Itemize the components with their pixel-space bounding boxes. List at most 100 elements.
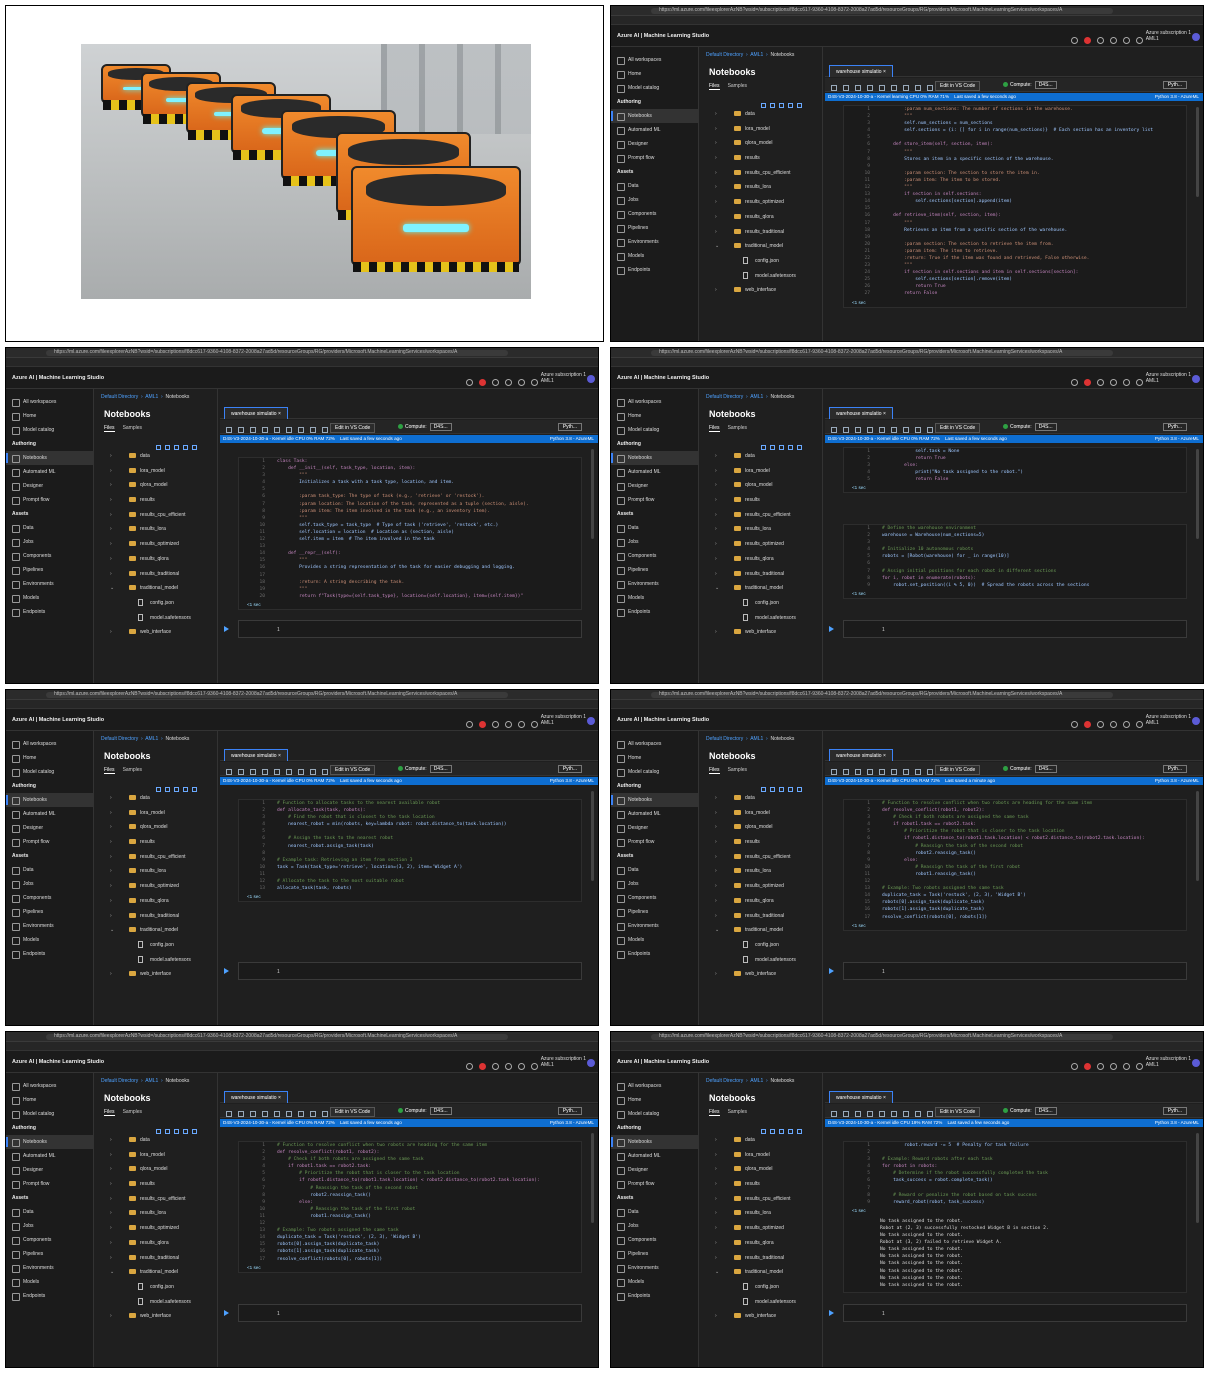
code-cell[interactable]: 1 # Function to resolve conflict when two…	[843, 799, 1187, 931]
run-cell-button[interactable]	[224, 1310, 229, 1316]
toolbar-icon[interactable]	[891, 1111, 897, 1117]
feedback-icon[interactable]	[1110, 1063, 1117, 1070]
settings-icon[interactable]	[1097, 721, 1104, 728]
nav-item[interactable]: Automated ML	[6, 807, 93, 821]
tree-item[interactable]: › results_traditional	[102, 909, 211, 924]
nav-item[interactable]: Prompt flow	[611, 835, 698, 849]
nav-item[interactable]: Designer	[611, 821, 698, 835]
chevron-icon[interactable]: ⌄	[110, 581, 114, 596]
run-cell-button[interactable]	[224, 968, 229, 974]
chevron-icon[interactable]: ›	[715, 225, 717, 240]
nav-item[interactable]: Designer	[6, 1163, 93, 1177]
toolbar-icon[interactable]	[322, 427, 328, 433]
settings-icon[interactable]	[492, 1063, 499, 1070]
empty-code-cell[interactable]: 1	[843, 620, 1187, 638]
chevron-icon[interactable]: ›	[715, 136, 717, 151]
avatar[interactable]	[1192, 717, 1200, 725]
nav-item[interactable]: Designer	[6, 821, 93, 835]
toolbar-icon[interactable]	[927, 427, 933, 433]
chevron-icon[interactable]: ›	[715, 850, 717, 865]
nav-item[interactable]: Components	[611, 891, 698, 905]
chevron-icon[interactable]: ⌄	[110, 1265, 114, 1280]
scrollbar[interactable]	[1196, 791, 1199, 881]
scrollbar[interactable]	[1196, 449, 1199, 539]
toolbar-icon[interactable]	[298, 1111, 304, 1117]
nav-item[interactable]: Jobs	[611, 535, 698, 549]
tree-item[interactable]: › data	[707, 791, 816, 806]
help-icon[interactable]	[1123, 1063, 1130, 1070]
tree-item[interactable]: › results_qlora	[102, 552, 211, 567]
tree-item[interactable]: › results_qlora	[102, 894, 211, 909]
tree-item[interactable]: model.safetensors	[707, 269, 816, 284]
tree-item[interactable]: config.json	[707, 1280, 816, 1295]
avatar[interactable]	[587, 1059, 595, 1067]
tree-item[interactable]: › results_lora	[707, 180, 816, 195]
tree-item[interactable]: › results_qlora	[707, 894, 816, 909]
toolbar-icon[interactable]	[891, 427, 897, 433]
notification-icon[interactable]	[1084, 37, 1091, 44]
nav-item[interactable]: Environments	[6, 1261, 93, 1275]
settings-icon[interactable]	[492, 721, 499, 728]
toolbar-icon[interactable]	[274, 427, 280, 433]
chevron-icon[interactable]: ›	[715, 552, 717, 567]
tree-item[interactable]: model.safetensors	[102, 953, 211, 968]
tab-files[interactable]: Files	[709, 1109, 720, 1116]
toolbar-icon[interactable]	[262, 427, 268, 433]
toolbar-icon[interactable]	[867, 769, 873, 775]
tree-item[interactable]: › lora_model	[102, 464, 211, 479]
feedback-icon[interactable]	[505, 721, 512, 728]
nav-item[interactable]: Pipelines	[611, 1247, 698, 1261]
tab-files[interactable]: Files	[709, 767, 720, 774]
tree-item[interactable]: › lora_model	[707, 806, 816, 821]
clock-icon[interactable]	[466, 379, 473, 386]
avatar[interactable]	[1192, 33, 1200, 41]
tree-item[interactable]: › results_traditional	[707, 567, 816, 582]
nav-item[interactable]: Home	[611, 751, 698, 765]
chevron-icon[interactable]: ›	[715, 967, 717, 982]
nav-item[interactable]: Prompt flow	[611, 1177, 698, 1191]
tree-item[interactable]: › lora_model	[102, 806, 211, 821]
nav-item[interactable]: Components	[611, 549, 698, 563]
nav-item[interactable]: Home	[611, 1093, 698, 1107]
compute-selector[interactable]: Compute: D4S...	[398, 423, 452, 431]
help-icon[interactable]	[518, 379, 525, 386]
tab-files[interactable]: Files	[709, 425, 720, 432]
help-icon[interactable]	[1123, 379, 1130, 386]
tree-item[interactable]: › qlora_model	[707, 820, 816, 835]
tree-item[interactable]: ⌄ traditional_model	[707, 581, 816, 596]
tree-item[interactable]: model.safetensors	[707, 611, 816, 626]
compute-selector[interactable]: Compute: D4S...	[398, 765, 452, 773]
notebook-tab[interactable]: warehouse simulatio ×	[829, 1091, 893, 1103]
toolbar-icon[interactable]	[274, 1111, 280, 1117]
nav-item[interactable]: Automated ML	[611, 1149, 698, 1163]
tree-item[interactable]: › results_cpu_efficient	[707, 850, 816, 865]
nav-item[interactable]: Data	[611, 179, 698, 193]
chevron-icon[interactable]: ›	[110, 625, 112, 640]
chevron-icon[interactable]: ›	[715, 1177, 717, 1192]
nav-item[interactable]: Designer	[611, 479, 698, 493]
toolbar-icon[interactable]	[879, 1111, 885, 1117]
toolbar-icon[interactable]	[250, 427, 256, 433]
tree-item[interactable]: › results_lora	[707, 1206, 816, 1221]
toolbar-icon[interactable]	[831, 769, 837, 775]
nav-item[interactable]: Data	[6, 1205, 93, 1219]
nav-item[interactable]: Prompt flow	[6, 835, 93, 849]
chevron-icon[interactable]: ›	[110, 1162, 112, 1177]
scrollbar[interactable]	[1196, 1133, 1199, 1223]
chevron-icon[interactable]: ›	[715, 180, 717, 195]
tree-item[interactable]: ⌄ traditional_model	[102, 923, 211, 938]
tab-files[interactable]: Files	[104, 425, 115, 432]
toolbar-icon[interactable]	[226, 769, 232, 775]
toolbar-icon[interactable]	[831, 85, 837, 91]
toolbar-icon[interactable]	[891, 769, 897, 775]
nav-item[interactable]: Prompt flow	[611, 151, 698, 165]
tree-item[interactable]: › data	[102, 791, 211, 806]
chevron-icon[interactable]: ›	[110, 909, 112, 924]
notebook-tab[interactable]: warehouse simulatio ×	[224, 407, 288, 419]
chevron-icon[interactable]: ›	[715, 508, 717, 523]
nav-item[interactable]: Home	[6, 751, 93, 765]
tree-item[interactable]: model.safetensors	[102, 611, 211, 626]
chevron-icon[interactable]: ›	[715, 1148, 717, 1163]
nav-item[interactable]: Components	[6, 549, 93, 563]
tree-item[interactable]: ⌄ traditional_model	[102, 581, 211, 596]
